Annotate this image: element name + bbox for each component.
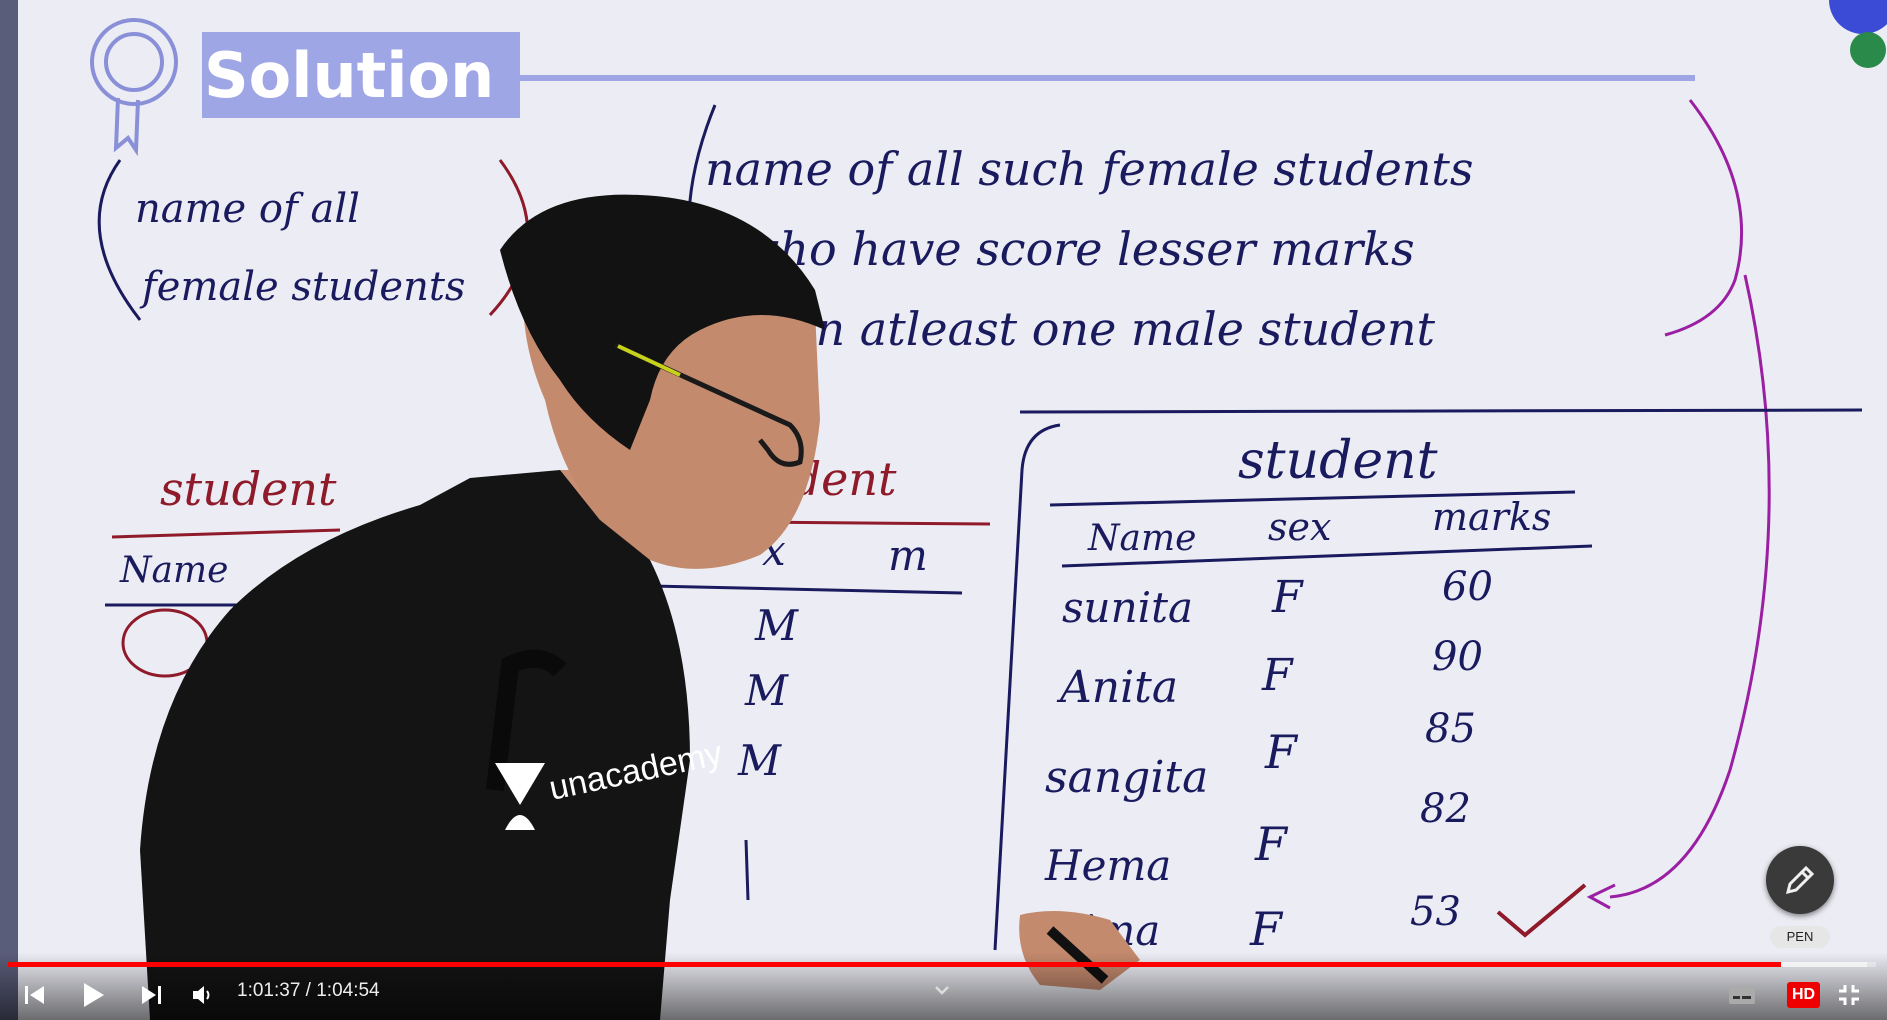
play-button[interactable] <box>78 980 108 1010</box>
row-5-sex: F <box>1249 902 1284 956</box>
skip-previous-button[interactable] <box>22 982 48 1008</box>
right-table-title: student <box>1238 431 1438 491</box>
play-icon <box>84 983 104 1007</box>
row-5-marks: 53 <box>1410 889 1461 935</box>
row-3-name: sangita <box>1045 752 1208 803</box>
row-4-sex: F <box>1254 817 1289 871</box>
channel-avatar[interactable] <box>1829 0 1887 34</box>
chevron-down-button[interactable] <box>930 980 954 1000</box>
skip-next-button[interactable] <box>138 982 164 1008</box>
exit-fullscreen-icon <box>1839 985 1859 1005</box>
row-4-name: Hema <box>1044 841 1171 890</box>
skip-next-icon <box>142 986 161 1004</box>
right-bracket-line-1: name of all such female students <box>705 142 1474 196</box>
middle-table-sex-1: M <box>754 601 799 650</box>
left-table-title: student <box>160 462 337 516</box>
right-table-header-marks: marks <box>1432 495 1551 539</box>
right-bracket-line-3: than atleast one male student <box>740 302 1436 356</box>
subtitles-button[interactable] <box>1727 982 1757 1008</box>
volume-icon <box>193 986 210 1004</box>
chevron-down-icon <box>935 986 949 995</box>
row-1-name: sunita <box>1062 583 1193 632</box>
pen-icon <box>1785 865 1815 895</box>
left-bracket-line-1: name of all <box>135 186 360 232</box>
pen-button[interactable] <box>1766 846 1834 914</box>
progress-bar[interactable] <box>8 962 1876 967</box>
row-4-marks: 82 <box>1420 786 1471 832</box>
video-player[interactable]: name of all female students name of all … <box>0 0 1887 1020</box>
settings-hd-button[interactable]: HD <box>1787 982 1821 1008</box>
video-frame[interactable]: name of all female students name of all … <box>0 0 1887 1020</box>
skip-previous-icon <box>25 986 44 1004</box>
row-2-name: Anita <box>1056 662 1178 713</box>
row-2-marks: 90 <box>1432 634 1483 680</box>
subtitles-icon <box>1729 986 1755 1004</box>
left-table-header-name: Name <box>119 550 228 591</box>
award-badge-icon <box>90 18 178 157</box>
exit-fullscreen-button[interactable] <box>1836 982 1862 1008</box>
whiteboard: name of all female students name of all … <box>0 0 1887 1020</box>
row-3-marks: 85 <box>1425 706 1476 752</box>
progress-played <box>8 962 1781 967</box>
right-bracket-line-2: who have score lesser marks <box>740 222 1415 276</box>
row-2-sex: F <box>1261 650 1294 701</box>
volume-button[interactable] <box>190 982 216 1008</box>
middle-table-header-m: m <box>888 531 928 580</box>
row-1-sex: F <box>1271 572 1304 623</box>
left-bracket-line-2: female students <box>139 264 465 310</box>
page-title: Solution <box>204 39 495 112</box>
middle-table-sex-3: M <box>737 736 782 785</box>
middle-table-sex-2: M <box>744 666 789 715</box>
row-3-sex: F <box>1264 725 1299 779</box>
right-table-header-name: Name <box>1087 518 1196 559</box>
right-table-header-sex: sex <box>1268 505 1331 549</box>
row-1-marks: 60 <box>1442 564 1493 610</box>
pen-label: PEN <box>1770 926 1830 948</box>
time-display: 1:01:37 / 1:04:54 <box>237 980 380 1001</box>
